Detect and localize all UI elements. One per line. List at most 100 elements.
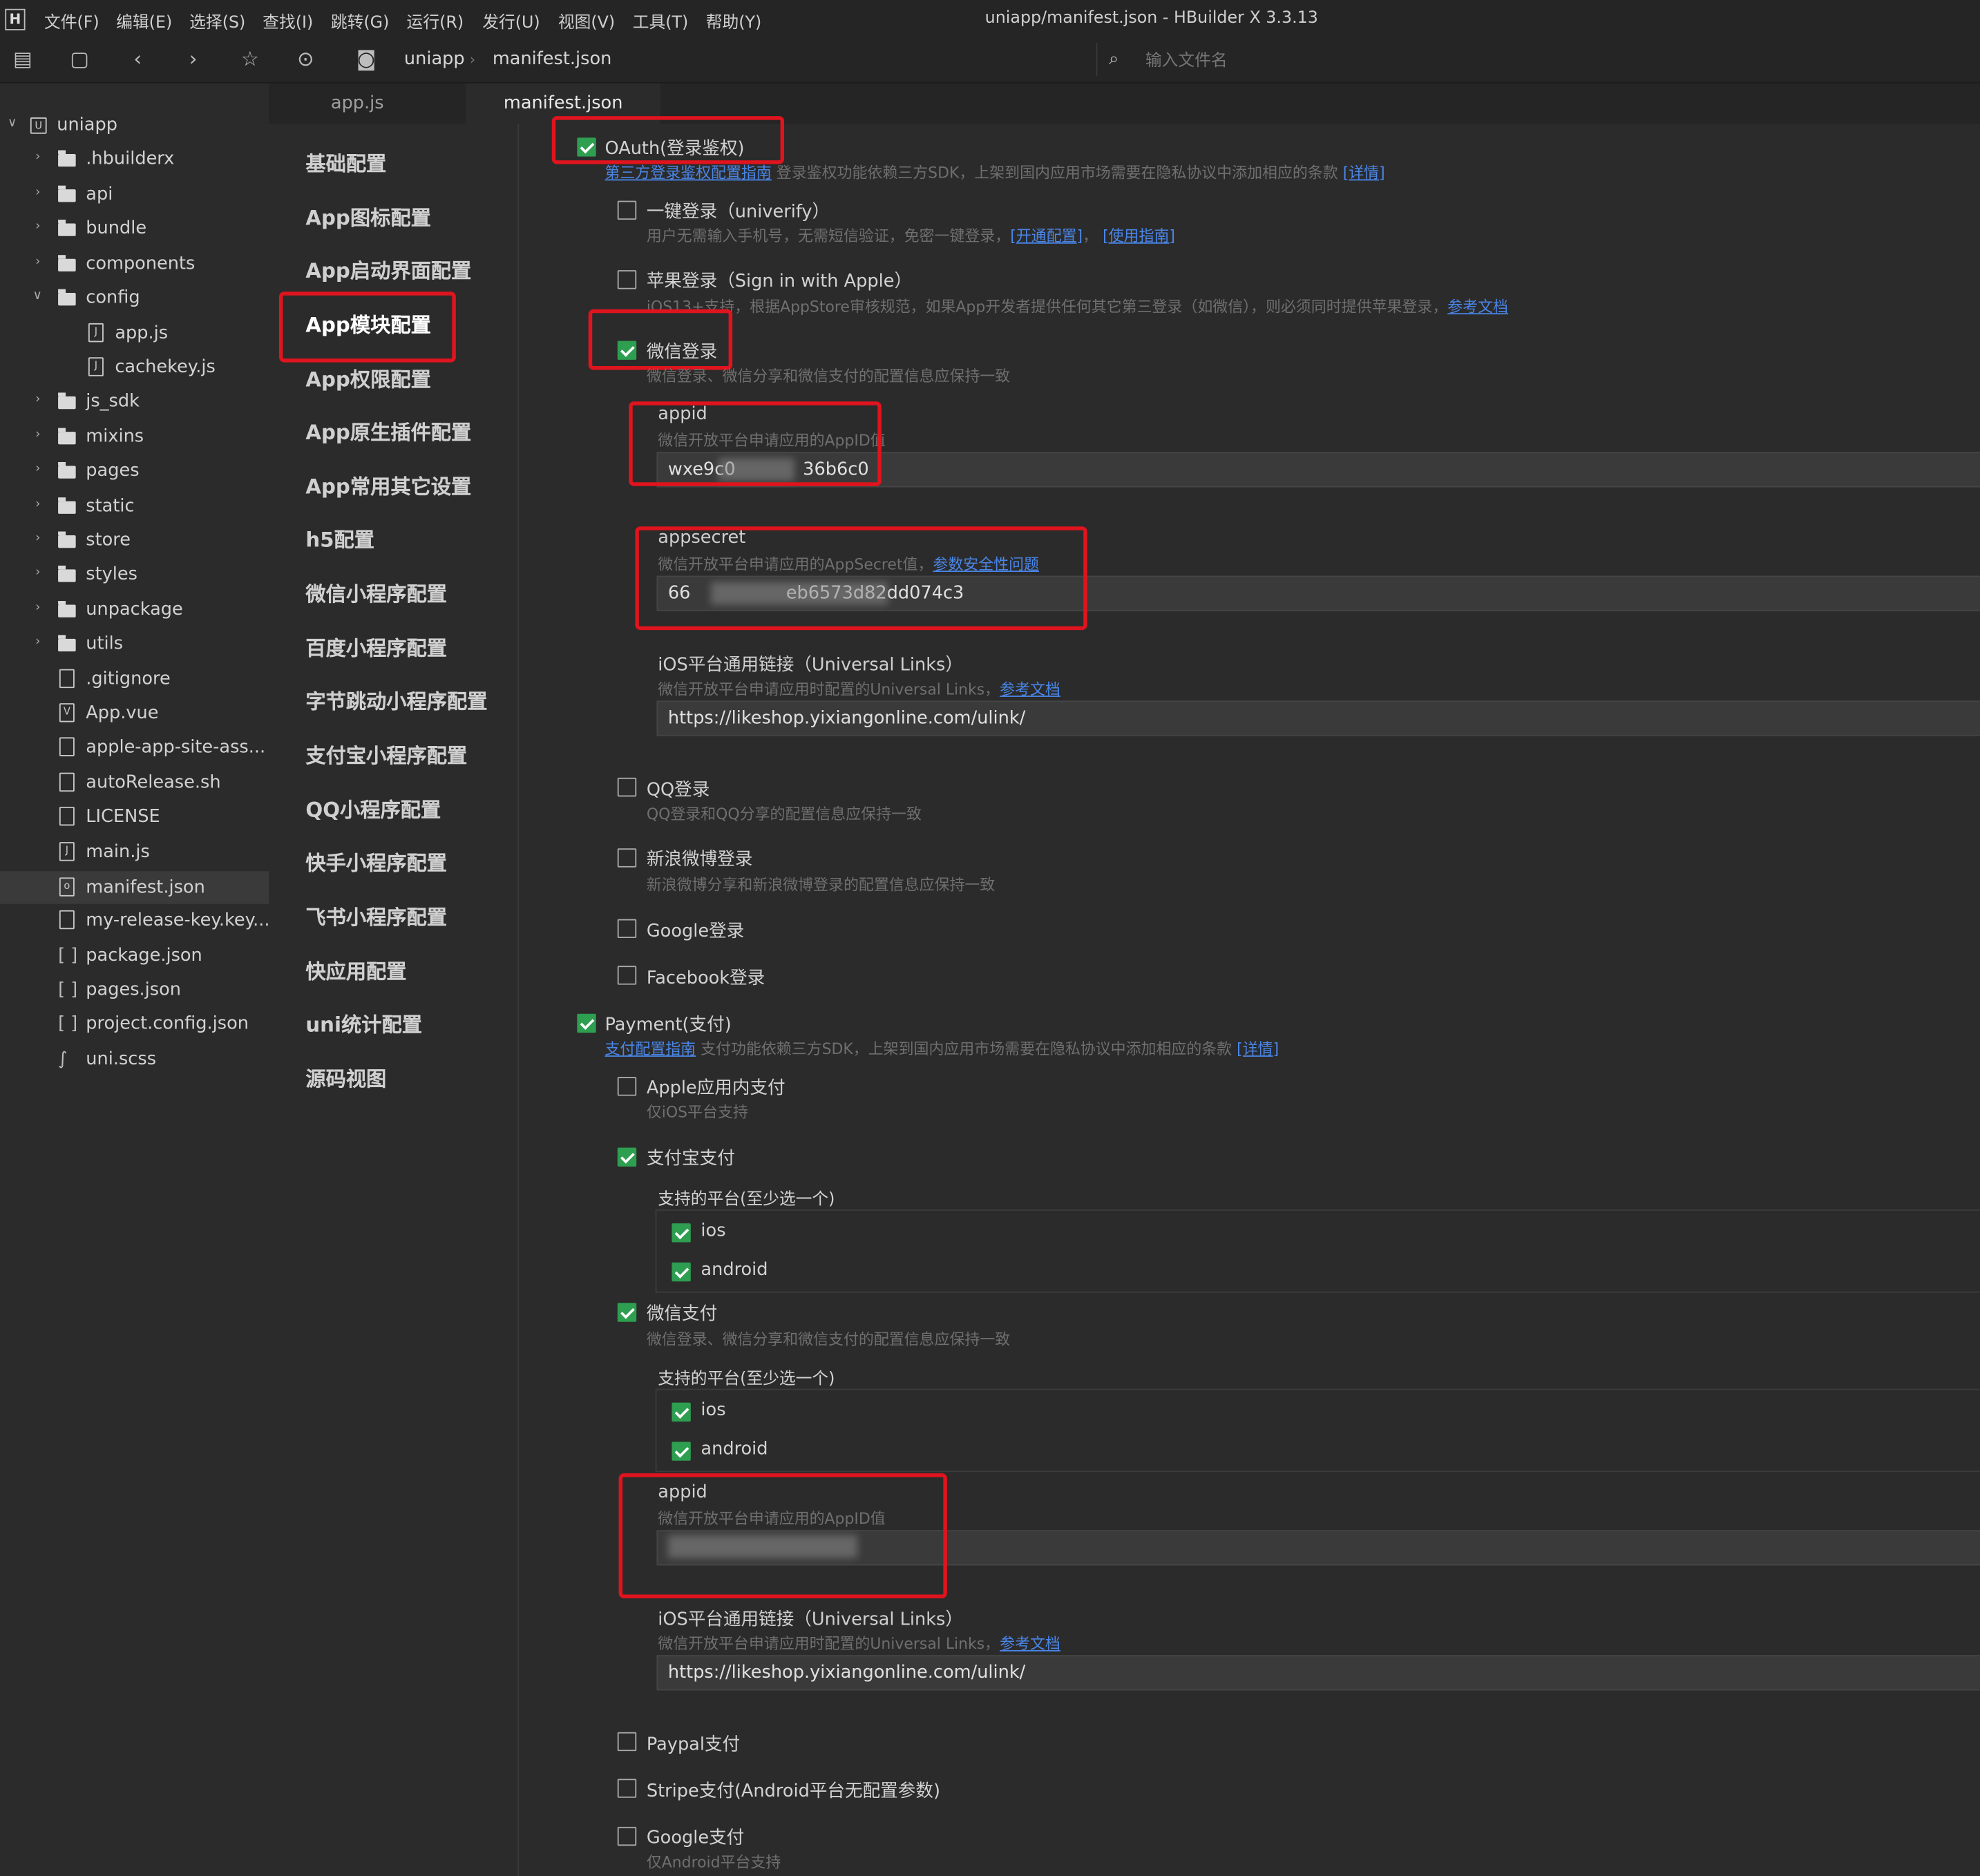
tab-app-js[interactable]: app.js bbox=[269, 84, 446, 124]
appsecret-security-link[interactable]: 参数安全性问题 bbox=[933, 555, 1039, 573]
chevron-right-icon[interactable]: › bbox=[35, 566, 40, 580]
chevron-right-icon[interactable]: › bbox=[35, 601, 40, 615]
file-search-input[interactable] bbox=[1143, 46, 1502, 75]
tree-item-bundle[interactable]: › bundle bbox=[0, 215, 269, 248]
wechat-login-checkbox[interactable] bbox=[617, 341, 637, 360]
nav-alipay-mp[interactable]: 支付宝小程序配置 bbox=[305, 738, 467, 769]
breadcrumb-project[interactable]: uniapp bbox=[404, 49, 465, 69]
nav-quickapp[interactable]: 快应用配置 bbox=[305, 955, 406, 985]
forward-icon[interactable]: › bbox=[182, 48, 204, 70]
tree-item-js-sdk[interactable]: › js_sdk bbox=[0, 387, 269, 421]
back-icon[interactable]: ‹ bbox=[126, 48, 149, 70]
tree-item-store[interactable]: › store bbox=[0, 526, 269, 559]
tree-item-package-json[interactable]: [ ] package.json bbox=[0, 942, 269, 975]
tree-item-components[interactable]: › components bbox=[0, 250, 269, 283]
chevron-right-icon[interactable]: › bbox=[35, 635, 40, 649]
menu-find[interactable]: 查找(I) bbox=[263, 9, 313, 32]
weibo-login-checkbox[interactable] bbox=[617, 848, 637, 868]
tree-item-autorelease[interactable]: autoRelease.sh bbox=[0, 769, 269, 802]
alipay-ios-checkbox[interactable] bbox=[672, 1223, 691, 1243]
wxpay-ulink-input[interactable] bbox=[656, 1655, 1980, 1691]
nav-app-icon[interactable]: App图标配置 bbox=[305, 201, 430, 231]
menu-view[interactable]: 视图(V) bbox=[558, 9, 615, 32]
paypal-checkbox[interactable] bbox=[617, 1732, 637, 1752]
tree-item-config[interactable]: ∨ config bbox=[0, 284, 269, 317]
wxpay-android-checkbox[interactable] bbox=[672, 1442, 691, 1461]
tree-item-cachekey-js[interactable]: Jcachekey.js bbox=[0, 354, 269, 387]
chevron-right-icon[interactable]: › bbox=[35, 392, 40, 406]
apple-pay-checkbox[interactable] bbox=[617, 1077, 637, 1096]
chevron-right-icon[interactable]: › bbox=[35, 186, 40, 200]
nav-app-permissions[interactable]: App权限配置 bbox=[305, 363, 430, 393]
wxpay-checkbox[interactable] bbox=[617, 1303, 637, 1322]
star-icon[interactable]: ☆ bbox=[238, 48, 261, 70]
menu-goto[interactable]: 跳转(G) bbox=[331, 9, 389, 32]
menu-select[interactable]: 选择(S) bbox=[189, 9, 245, 32]
tree-item-styles[interactable]: › styles bbox=[0, 561, 269, 594]
tree-item-gitignore[interactable]: .gitignore bbox=[0, 665, 269, 698]
breadcrumb-file[interactable]: manifest.json bbox=[493, 49, 612, 69]
run-icon[interactable]: ⊙ bbox=[294, 48, 317, 70]
univerify-guide-link[interactable]: [使用指南] bbox=[1103, 227, 1175, 245]
save-icon[interactable]: ▢ bbox=[68, 48, 91, 70]
menu-run[interactable]: 运行(R) bbox=[407, 9, 464, 32]
tree-item-apple-app-site[interactable]: apple-app-site-ass... bbox=[0, 734, 269, 767]
nav-app-splash[interactable]: App启动界面配置 bbox=[305, 253, 471, 284]
qq-login-checkbox[interactable] bbox=[617, 777, 637, 797]
univerify-checkbox[interactable] bbox=[617, 200, 637, 220]
nav-app-other[interactable]: App常用其它设置 bbox=[305, 470, 471, 500]
tree-item-project-config[interactable]: [ ] project.config.json bbox=[0, 1010, 269, 1043]
tree-item-release-key[interactable]: my-release-key.key... bbox=[0, 906, 270, 939]
chevron-right-icon[interactable]: › bbox=[35, 462, 40, 476]
nav-source-view[interactable]: 源码视图 bbox=[305, 1062, 386, 1092]
nav-toutiao-mp[interactable]: 字节跳动小程序配置 bbox=[305, 685, 487, 715]
new-file-icon[interactable]: ▤ bbox=[11, 48, 34, 70]
facebook-login-checkbox[interactable] bbox=[617, 966, 637, 985]
nav-baidu-mp[interactable]: 百度小程序配置 bbox=[305, 631, 447, 662]
nav-app-modules[interactable]: App模块配置 bbox=[305, 308, 430, 338]
nav-qq-mp[interactable]: QQ小程序配置 bbox=[305, 793, 441, 823]
tree-item-app-vue[interactable]: V App.vue bbox=[0, 700, 269, 733]
univerify-config-link[interactable]: [开通配置] bbox=[1010, 227, 1083, 245]
menu-publish[interactable]: 发行(U) bbox=[482, 9, 540, 32]
chevron-right-icon[interactable]: › bbox=[35, 220, 40, 233]
wechat-appid-input[interactable] bbox=[656, 452, 1980, 488]
menu-tools[interactable]: 工具(T) bbox=[633, 9, 689, 32]
chevron-right-icon[interactable]: › bbox=[35, 255, 40, 269]
tree-item-license[interactable]: LICENSE bbox=[0, 803, 269, 836]
payment-checkbox[interactable] bbox=[577, 1013, 596, 1033]
nav-kuaishou-mp[interactable]: 快手小程序配置 bbox=[305, 846, 447, 877]
wxpay-ios-checkbox[interactable] bbox=[672, 1402, 691, 1422]
chevron-right-icon[interactable]: › bbox=[35, 428, 40, 442]
tree-item-utils[interactable]: › utils bbox=[0, 630, 269, 663]
chevron-down-icon[interactable]: ∨ bbox=[33, 289, 42, 303]
menu-help[interactable]: 帮助(Y) bbox=[706, 9, 762, 32]
tree-item-app-js[interactable]: Japp.js bbox=[0, 319, 269, 352]
tree-root[interactable]: ∨ U uniapp bbox=[0, 111, 269, 144]
tree-item-mixins[interactable]: › mixins bbox=[0, 423, 269, 456]
google-login-checkbox[interactable] bbox=[617, 919, 637, 939]
tree-item-static[interactable]: › static bbox=[0, 492, 269, 526]
menu-edit[interactable]: 编辑(E) bbox=[116, 9, 172, 32]
apple-login-doc-link[interactable]: 参考文档 bbox=[1447, 298, 1508, 316]
ulink-doc-link[interactable]: 参考文档 bbox=[1000, 680, 1060, 698]
nav-lark-mp[interactable]: 飞书小程序配置 bbox=[305, 900, 447, 930]
tree-item-manifest-json[interactable]: o manifest.json bbox=[0, 871, 269, 904]
google-pay-checkbox[interactable] bbox=[617, 1826, 637, 1846]
chevron-right-icon[interactable]: › bbox=[35, 151, 40, 164]
nav-basic[interactable]: 基础配置 bbox=[305, 146, 386, 177]
oauth-detail-link[interactable]: [详情] bbox=[1343, 164, 1385, 182]
payment-guide-link[interactable]: 支付配置指南 bbox=[605, 1040, 696, 1058]
payment-detail-link[interactable]: [详情] bbox=[1237, 1040, 1279, 1058]
stripe-checkbox[interactable] bbox=[617, 1779, 637, 1798]
tab-manifest-json[interactable]: manifest.json bbox=[466, 83, 660, 124]
wxpay-ulink-doc-link[interactable]: 参考文档 bbox=[1000, 1635, 1060, 1653]
oauth-checkbox[interactable] bbox=[577, 137, 596, 157]
oauth-guide-link[interactable]: 第三方登录鉴权配置指南 bbox=[605, 164, 772, 182]
tree-item-unpackage[interactable]: › unpackage bbox=[0, 596, 269, 629]
nav-app-native-plugins[interactable]: App原生插件配置 bbox=[305, 415, 471, 446]
tree-item-main-js[interactable]: Jmain.js bbox=[0, 839, 269, 872]
nav-weixin-mp[interactable]: 微信小程序配置 bbox=[305, 577, 447, 607]
tree-item-pages-json[interactable]: [ ] pages.json bbox=[0, 976, 269, 1009]
chevron-right-icon[interactable]: › bbox=[35, 532, 40, 546]
